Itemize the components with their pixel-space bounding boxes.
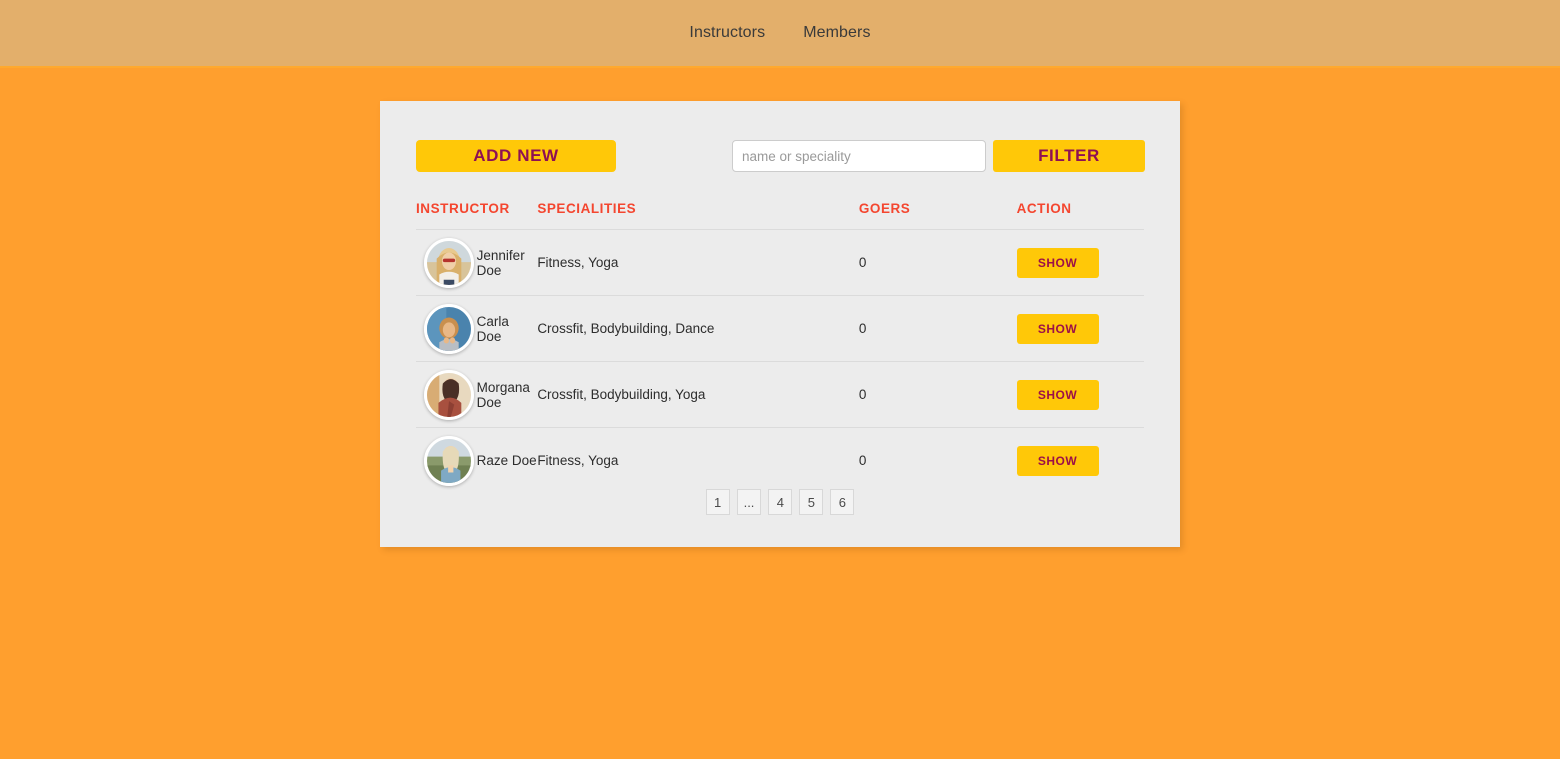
instructor-name: Raze Doe xyxy=(476,453,537,469)
card-toolbar: ADD NEW FILTER xyxy=(380,101,1180,185)
show-button[interactable]: SHOW xyxy=(1016,247,1099,278)
pagination: 1 ... 4 5 6 xyxy=(380,489,1180,515)
pagination-page-1[interactable]: 1 xyxy=(705,489,730,515)
avatar xyxy=(424,435,474,486)
column-header-action: ACTION xyxy=(1016,201,1144,230)
instructor-avatar-cell xyxy=(416,295,477,362)
show-button[interactable]: SHOW xyxy=(1016,379,1099,410)
instructor-action-cell: SHOW xyxy=(1016,428,1144,494)
nav-link-instructors[interactable]: Instructors xyxy=(689,24,765,42)
column-header-specialities: SPECIALITIES xyxy=(537,201,859,230)
instructor-specialities: Fitness, Yoga xyxy=(537,453,619,469)
avatar xyxy=(424,237,474,288)
instructor-avatar-cell xyxy=(416,229,477,296)
pagination-page-4[interactable]: 4 xyxy=(768,489,793,515)
instructor-goers: 0 xyxy=(858,229,1017,296)
instructors-table: INSTRUCTOR SPECIALITIES GOERS ACTION Jen… xyxy=(416,201,1144,494)
instructor-specialities: Crossfit, Bodybuilding, Dance xyxy=(537,295,859,362)
show-button[interactable]: SHOW xyxy=(1016,445,1099,476)
instructor-name: Jennifer Doe xyxy=(476,229,538,296)
avatar xyxy=(424,303,474,354)
instructor-name: Carla Doe xyxy=(476,295,538,362)
table-row: Carla Doe Crossfit, Bodybuilding, Dance … xyxy=(416,295,1144,362)
instructor-avatar-cell xyxy=(416,428,477,494)
avatar xyxy=(424,369,474,420)
pagination-page-5[interactable]: 5 xyxy=(799,489,824,515)
add-new-button[interactable]: ADD NEW xyxy=(416,140,616,172)
instructor-specialities: Fitness, Yoga xyxy=(537,229,859,296)
pagination-ellipsis[interactable]: ... xyxy=(736,489,762,515)
instructor-action-cell: SHOW xyxy=(1016,229,1144,296)
filter-button[interactable]: FILTER xyxy=(993,140,1145,172)
instructors-table-wrapper: INSTRUCTOR SPECIALITIES GOERS ACTION Jen… xyxy=(416,201,1144,494)
instructor-goers: 0 xyxy=(858,453,867,469)
column-header-instructor: INSTRUCTOR xyxy=(416,201,538,230)
pagination-page-6[interactable]: 6 xyxy=(830,489,855,515)
show-button[interactable]: SHOW xyxy=(1016,313,1099,344)
instructor-name: Morgana Doe xyxy=(476,361,538,428)
instructor-action-cell: SHOW xyxy=(1016,295,1144,362)
table-row: Jennifer Doe Fitness, Yoga 0 SHOW xyxy=(416,229,1144,296)
table-row: Morgana Doe Crossfit, Bodybuilding, Yoga… xyxy=(416,361,1144,428)
instructor-goers: 0 xyxy=(858,361,1017,428)
instructor-specialities: Crossfit, Bodybuilding, Yoga xyxy=(537,361,859,428)
nav-link-members[interactable]: Members xyxy=(803,24,870,42)
column-header-goers: GOERS xyxy=(858,201,1017,230)
table-row: Raze Doe Fitness, Yoga 0 SHOW xyxy=(416,428,1144,494)
instructor-avatar-cell xyxy=(416,361,477,428)
top-navbar: Instructors Members xyxy=(0,0,1560,68)
instructor-action-cell: SHOW xyxy=(1016,361,1144,428)
table-header-row: INSTRUCTOR SPECIALITIES GOERS ACTION xyxy=(416,201,1144,230)
instructor-goers: 0 xyxy=(858,295,1017,362)
search-input[interactable] xyxy=(732,140,986,172)
instructors-card: ADD NEW FILTER INSTRUCTOR SPECIALITIES G… xyxy=(380,101,1180,547)
